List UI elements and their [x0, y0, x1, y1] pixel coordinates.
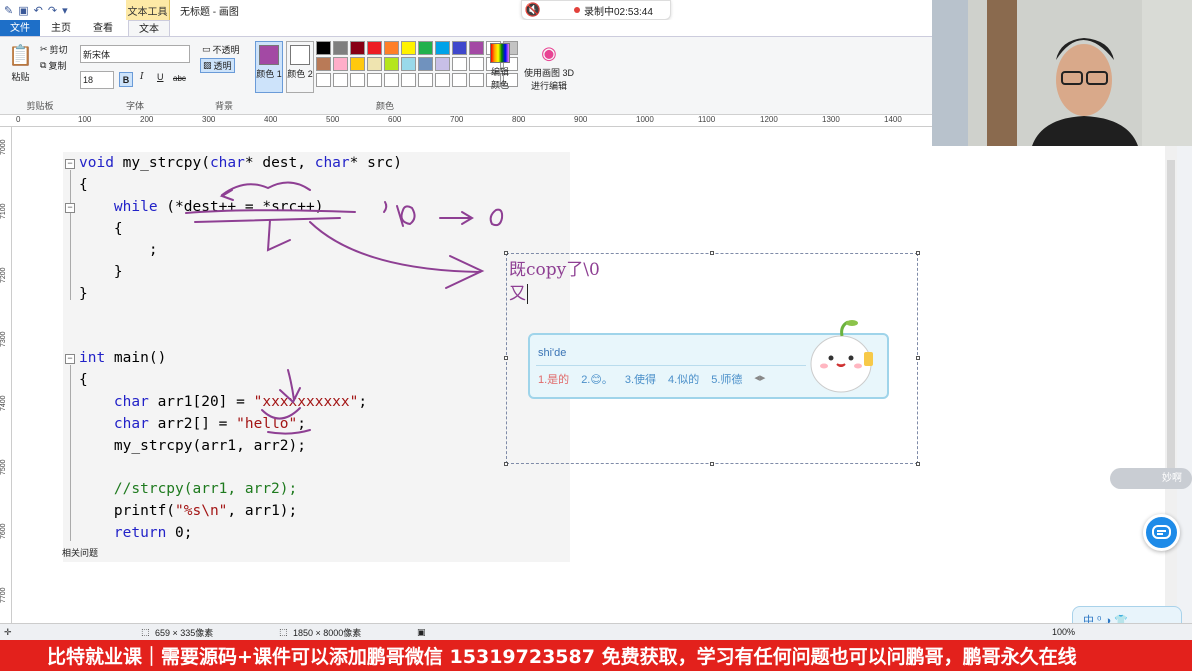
underline-stroke [185, 209, 356, 214]
ime-candidate[interactable]: 3.使得 [625, 371, 656, 387]
ime-candidate-list: 1.是的 2.😊。 3.使得 4.似的 5.师德 ◂▸ [538, 371, 765, 387]
ime-candidate[interactable]: 2.😊。 [581, 371, 613, 387]
text-caret [527, 284, 528, 304]
resize-handle[interactable] [504, 462, 508, 466]
resize-handle[interactable] [916, 462, 920, 466]
ime-candidate[interactable]: 4.似的 [668, 371, 699, 387]
underline-stroke [267, 429, 311, 435]
resize-handle[interactable] [710, 462, 714, 466]
typed-line-1: 既copy了\0 [509, 260, 600, 280]
long-arrow [309, 221, 481, 273]
chat-button[interactable] [1143, 514, 1180, 551]
resize-handle[interactable] [504, 356, 508, 360]
ime-candidate[interactable]: 5.师德 [711, 371, 742, 387]
ime-pinyin: shi'de [538, 347, 567, 359]
underline-stroke [194, 217, 341, 223]
circle-stroke [400, 205, 416, 226]
typed-line-2: 又 [509, 284, 528, 304]
canvas-size: 1850 × 8000像素 [293, 627, 362, 638]
selection-size-icon: ⬚ [141, 626, 150, 637]
disk-icon: ▣ [417, 626, 426, 637]
arrow-stroke [266, 219, 291, 252]
curve-arrow [221, 181, 311, 196]
ime-divider [536, 365, 806, 366]
quote-stroke [383, 201, 388, 213]
resize-handle[interactable] [504, 251, 508, 255]
chat-icon [1152, 525, 1171, 539]
arrowhead [279, 387, 301, 404]
resize-handle[interactable] [916, 251, 920, 255]
promo-banner: 比特就业课｜需要源码+课件可以添加鹏哥微信 15319723587 免费获取，学… [0, 640, 1192, 671]
status-bar: ✛ ⬚ 659 × 335像素 ⬚ 1850 × 8000像素 ▣ 100% [0, 623, 1192, 640]
zero-stroke [489, 208, 504, 227]
chat-message-bubble: 妙啊 [1110, 468, 1192, 489]
curve-arrow [261, 407, 301, 420]
ime-page-arrows-icon[interactable]: ◂▸ [754, 371, 765, 387]
ime-mascot-icon [810, 320, 873, 393]
resize-handle[interactable] [710, 251, 714, 255]
canvas-size-icon: ⬚ [279, 626, 288, 637]
selection-size: 659 × 335像素 [155, 627, 214, 638]
resize-handle[interactable] [916, 356, 920, 360]
arrow-stroke [287, 369, 295, 401]
move-icon: ✛ [4, 626, 12, 637]
typed-text-box[interactable]: 既copy了\0 又 [509, 258, 600, 306]
ime-candidate[interactable]: 1.是的 [538, 371, 569, 387]
zoom-level: 100% [1052, 627, 1076, 637]
webcam-overlay [932, 0, 1192, 146]
